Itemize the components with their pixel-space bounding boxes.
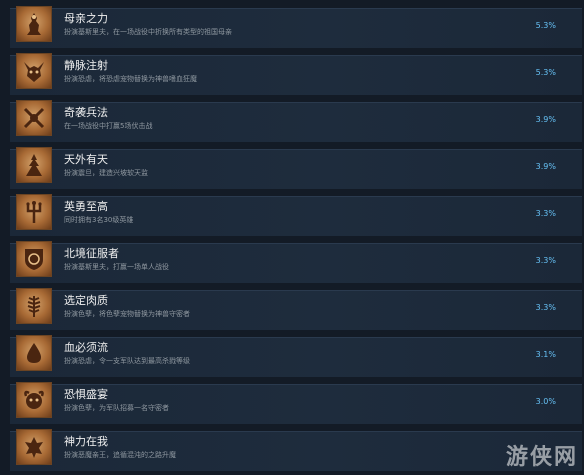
achievement-title: 北境征服者 bbox=[64, 247, 119, 260]
crossed-blades-icon bbox=[16, 100, 52, 136]
achievement-row[interactable]: 静脉注射 扮演恐虐，将恐虐宠物替换为神兽嗜血狂魔 5.3% bbox=[10, 53, 582, 95]
achievement-title: 天外有天 bbox=[64, 153, 108, 166]
achievement-percent: 3.9% bbox=[535, 115, 556, 124]
achievement-title: 英勇至高 bbox=[64, 200, 108, 213]
achievement-description: 扮演色孽，为军队招募一名守密者 bbox=[64, 404, 169, 412]
achievement-row[interactable]: 北境征服者 扮演基斯里夫，打赢一场单人战役 3.3% bbox=[10, 241, 582, 283]
pagoda-icon bbox=[16, 147, 52, 183]
bear-shield-icon bbox=[16, 241, 52, 277]
blood-drop-icon bbox=[16, 335, 52, 371]
achievement-description: 扮演恶魔亲王，追循混沌的之路升魔 bbox=[64, 451, 176, 459]
achievement-description: 在一场战役中打赢5场伏击战 bbox=[64, 122, 153, 130]
demon-face-icon bbox=[16, 382, 52, 418]
achievement-title: 选定肉质 bbox=[64, 294, 108, 307]
achievement-description: 扮演色孽，将色孽宠物替换为神兽守密者 bbox=[64, 310, 190, 318]
achievement-list: 母亲之力 扮演基斯里夫，在一场战役中折换所有类型的祖国母亲 5.3% 静脉注射 … bbox=[0, 0, 584, 475]
achievement-description: 扮演震旦，建造兴坡软天监 bbox=[64, 169, 148, 177]
achievement-title: 血必须流 bbox=[64, 341, 108, 354]
achievement-row[interactable]: 血必须流 扮演恐虐，令一支军队达到最高杀戮等级 3.1% bbox=[10, 335, 582, 377]
wheat-icon bbox=[16, 288, 52, 324]
achievement-description: 扮演基斯里夫，打赢一场单人战役 bbox=[64, 263, 169, 271]
achievement-percent: 3.1% bbox=[535, 350, 556, 359]
achievement-title: 静脉注射 bbox=[64, 59, 108, 72]
achievement-percent: 5.3% bbox=[535, 68, 556, 77]
achievement-row[interactable]: 英勇至高 同时拥有3名30级英雄 3.3% bbox=[10, 194, 582, 236]
achievement-percent: 3.0% bbox=[535, 397, 556, 406]
achievement-percent: 5.3% bbox=[535, 21, 556, 30]
achievement-title: 神力在我 bbox=[64, 435, 108, 448]
achievement-row[interactable]: 恐惧盛宴 扮演色孽，为军队招募一名守密者 3.0% bbox=[10, 382, 582, 424]
achievement-percent: 3.3% bbox=[535, 303, 556, 312]
achievement-row[interactable]: 选定肉质 扮演色孽，将色孽宠物替换为神兽守密者 3.3% bbox=[10, 288, 582, 330]
achievement-row[interactable]: 母亲之力 扮演基斯里夫，在一场战役中折换所有类型的祖国母亲 5.3% bbox=[10, 6, 582, 48]
achievement-description: 扮演基斯里夫，在一场战役中折换所有类型的祖国母亲 bbox=[64, 28, 232, 36]
horned-skull-icon bbox=[16, 53, 52, 89]
achievement-description: 扮演恐虐，将恐虐宠物替换为神兽嗜血狂魔 bbox=[64, 75, 197, 83]
achievement-description: 扮演恐虐，令一支军队达到最高杀戮等级 bbox=[64, 357, 190, 365]
achievement-row[interactable]: 天外有天 扮演震旦，建造兴坡软天监 3.9% bbox=[10, 147, 582, 189]
achievement-title: 奇袭兵法 bbox=[64, 106, 108, 119]
trident-icon bbox=[16, 194, 52, 230]
achievement-row[interactable]: 神力在我 扮演恶魔亲王，追循混沌的之路升魔 bbox=[10, 429, 582, 471]
achievement-title: 母亲之力 bbox=[64, 12, 108, 25]
daemon-prince-icon bbox=[16, 429, 52, 465]
mother-statue-icon bbox=[16, 6, 52, 42]
achievement-description: 同时拥有3名30级英雄 bbox=[64, 216, 134, 224]
achievement-row[interactable]: 奇袭兵法 在一场战役中打赢5场伏击战 3.9% bbox=[10, 100, 582, 142]
achievement-title: 恐惧盛宴 bbox=[64, 388, 108, 401]
achievement-percent: 3.3% bbox=[535, 256, 556, 265]
achievement-percent: 3.3% bbox=[535, 209, 556, 218]
achievement-percent: 3.9% bbox=[535, 162, 556, 171]
